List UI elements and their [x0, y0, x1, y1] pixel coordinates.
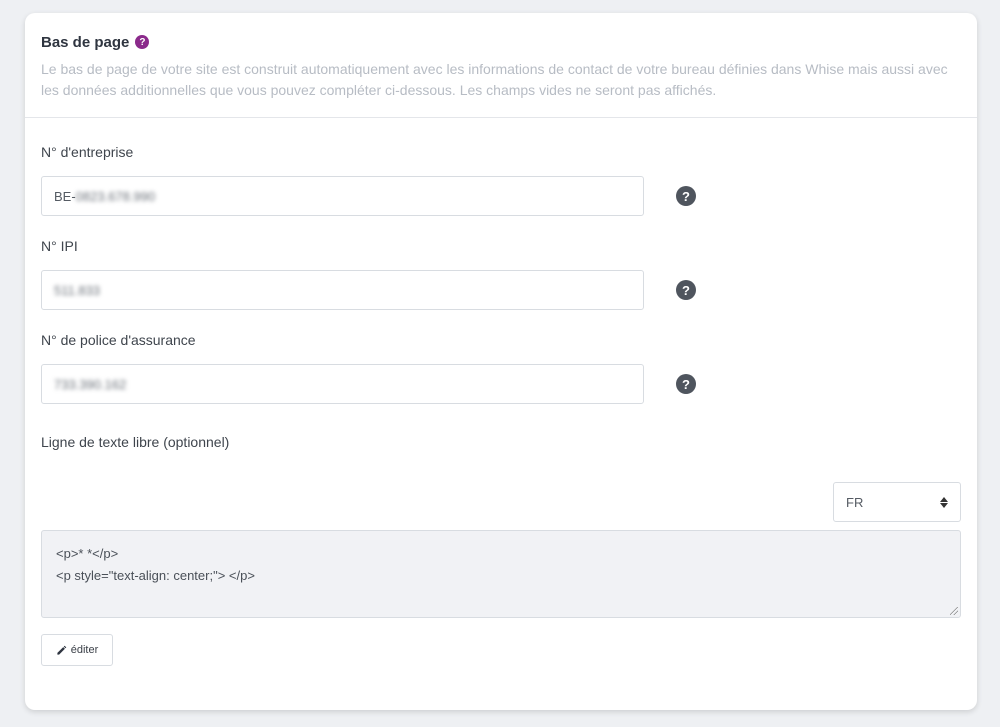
select-arrows-icon	[940, 496, 948, 508]
question-circle-icon[interactable]: ?	[676, 186, 696, 206]
company-number-input[interactable]: BE- 0823.678.990	[41, 176, 644, 216]
ipi-number-input[interactable]: 511.833	[41, 270, 644, 310]
ipi-number-label: N° IPI	[41, 238, 78, 254]
insurance-policy-label: N° de police d'assurance	[41, 332, 196, 348]
ipi-number-value: 511.833	[54, 282, 101, 298]
language-select[interactable]: FR	[833, 482, 961, 522]
card-header: Bas de page ? Le bas de page de votre si…	[25, 13, 977, 118]
textarea-line: <p>* *</p>	[56, 546, 119, 561]
company-number-label: N° d'entreprise	[41, 144, 134, 160]
company-number-prefix: BE-	[54, 188, 76, 204]
free-text-textarea[interactable]: <p>* *</p> <p style="text-align: center;…	[41, 530, 961, 618]
edit-button[interactable]: éditer	[41, 634, 113, 666]
resize-handle-icon[interactable]	[950, 607, 958, 615]
card-description: Le bas de page de votre site est constru…	[41, 61, 948, 98]
company-number-value: 0823.678.990	[75, 188, 156, 204]
question-circle-icon[interactable]: ?	[676, 280, 696, 300]
insurance-policy-input[interactable]: 733.390.162	[41, 364, 644, 404]
footer-settings-card: Bas de page ? Le bas de page de votre si…	[25, 13, 977, 710]
question-circle-icon[interactable]: ?	[135, 35, 150, 49]
card-title: Bas de page	[41, 33, 130, 51]
pencil-icon	[56, 645, 67, 656]
textarea-line: <p style="text-align: center;"> </p>	[56, 568, 255, 583]
question-circle-icon[interactable]: ?	[676, 374, 696, 394]
free-text-label: Ligne de texte libre (optionnel)	[41, 434, 230, 450]
language-select-value: FR	[846, 494, 864, 510]
insurance-policy-value: 733.390.162	[54, 376, 127, 392]
edit-button-label: éditer	[70, 644, 99, 656]
